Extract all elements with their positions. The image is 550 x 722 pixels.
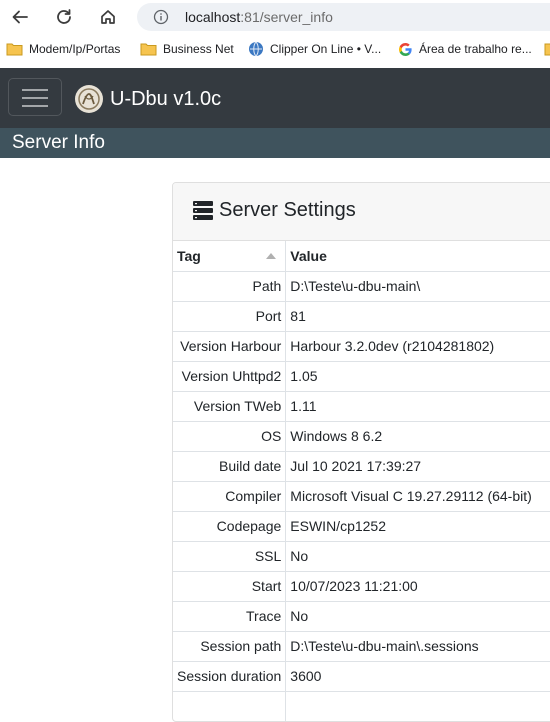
info-icon[interactable] — [153, 9, 169, 25]
brand-title[interactable]: U-Dbu v1.0c — [110, 88, 221, 111]
bookmark-label: Modem/Ip/Portas — [29, 42, 121, 56]
server-icon — [193, 201, 213, 220]
row-tag: Build date — [173, 451, 287, 482]
row-value: Harbour 3.2.0dev (r2104281802) — [285, 331, 550, 362]
row-value: ESWIN/cp1252 — [285, 511, 550, 542]
url-path: :81/server_info — [240, 9, 333, 25]
sort-icon[interactable] — [266, 253, 277, 259]
row-value — [285, 691, 550, 721]
row-tag: Version TWeb — [173, 391, 287, 422]
row-value: D:\Teste\u-dbu-main\.sessions — [285, 631, 550, 662]
bookmark-label: Área de trabalho re... — [419, 42, 532, 56]
folder-icon — [140, 43, 157, 56]
bookmark-item[interactable]: Clipper On Line • V... — [248, 40, 381, 58]
row-tag: Port — [173, 301, 287, 332]
settings-table: Tag Value Path D:\Teste\u-dbu-main\ Port 8… — [173, 241, 550, 721]
logo-icon — [75, 85, 103, 113]
menu-toggle-button[interactable] — [8, 78, 62, 116]
card-header: Server Settings — [173, 183, 550, 241]
row-tag: Version Uhttpd2 — [173, 361, 287, 392]
column-header-tag[interactable]: Tag — [173, 241, 287, 272]
row-tag: OS — [173, 421, 287, 452]
row-value: No — [285, 541, 550, 572]
table-row: Session duration 3600 — [173, 661, 550, 692]
row-value: Microsoft Visual C 19.27.29112 (64-bit) — [285, 481, 550, 512]
row-tag: Session duration — [173, 661, 287, 692]
row-tag: Path — [173, 271, 287, 302]
google-icon — [399, 42, 412, 56]
table-row: OS Windows 8 6.2 — [173, 421, 550, 452]
table-row: Codepage ESWIN/cp1252 — [173, 511, 550, 542]
bookmark-item[interactable]: Modem/Ip/Portas — [6, 40, 120, 58]
table-row: Port 81 — [173, 301, 550, 332]
url-text[interactable]: localhost:81/server_info — [185, 9, 333, 25]
row-value: 1.11 — [285, 391, 550, 422]
table-row: Version TWeb 1.11 — [173, 391, 550, 422]
bookmarks-bar: Modem/Ip/Portas Business Net Clipper On … — [0, 34, 550, 64]
table-row: Path D:\Teste\u-dbu-main\ — [173, 271, 550, 302]
folder-icon — [6, 43, 23, 56]
row-tag — [173, 691, 287, 721]
reload-icon[interactable] — [51, 4, 77, 30]
back-icon[interactable] — [7, 4, 33, 30]
globe-icon — [249, 41, 263, 57]
bookmark-item[interactable]: Business Net — [140, 40, 234, 58]
table-header-row: Tag Value — [173, 241, 550, 272]
column-header-value[interactable]: Value — [285, 241, 550, 272]
folder-icon — [544, 43, 550, 56]
url-host: localhost — [185, 9, 241, 25]
hamburger-line — [22, 89, 48, 91]
row-value: 81 — [285, 301, 550, 332]
table-row: Session path D:\Teste\u-dbu-main\.session… — [173, 631, 550, 662]
card-title: Server Settings — [219, 199, 356, 221]
row-value: 1.05 — [285, 361, 550, 392]
table-row: Build date Jul 10 2021 17:39:27 — [173, 451, 550, 482]
row-value: 10/07/2023 11:21:00 — [285, 571, 550, 602]
hamburger-line — [22, 105, 48, 107]
hamburger-line — [22, 97, 48, 99]
row-tag: Start — [173, 571, 287, 602]
row-tag: Session path — [173, 631, 287, 662]
row-tag: Codepage — [173, 511, 287, 542]
page-title: Server Info — [12, 132, 105, 153]
home-icon[interactable] — [95, 4, 121, 30]
row-value: Jul 10 2021 17:39:27 — [285, 451, 550, 482]
row-value: No — [285, 601, 550, 632]
bookmark-item[interactable]: Área de trabalho re... — [398, 40, 532, 58]
row-value: Windows 8 6.2 — [285, 421, 550, 452]
row-tag: Version Harbour — [173, 331, 287, 362]
table-row: Version Harbour Harbour 3.2.0dev (r210428… — [173, 331, 550, 362]
browser-toolbar: localhost:81/server_info — [0, 0, 550, 34]
table-row: Start 10/07/2023 11:21:00 — [173, 571, 550, 602]
row-tag: SSL — [173, 541, 287, 572]
row-tag: Trace — [173, 601, 287, 632]
server-settings-card: Server Settings Tag Value Path D:\Teste\u… — [172, 182, 550, 722]
bookmark-label: Business Net — [163, 42, 234, 56]
row-value: D:\Teste\u-dbu-main\ — [285, 271, 550, 302]
table-row: Compiler Microsoft Visual C 19.27.29112 (… — [173, 481, 550, 512]
bookmark-label: Clipper On Line • V... — [270, 42, 382, 56]
bookmark-item-partial[interactable] — [544, 40, 550, 58]
table-row: SSL No — [173, 541, 550, 572]
table-row: Trace No — [173, 601, 550, 632]
table-row: Version Uhttpd2 1.05 — [173, 361, 550, 392]
row-tag: Compiler — [173, 481, 287, 512]
table-row — [173, 691, 550, 721]
address-bar[interactable]: localhost:81/server_info — [137, 3, 550, 31]
row-value: 3600 — [285, 661, 550, 692]
